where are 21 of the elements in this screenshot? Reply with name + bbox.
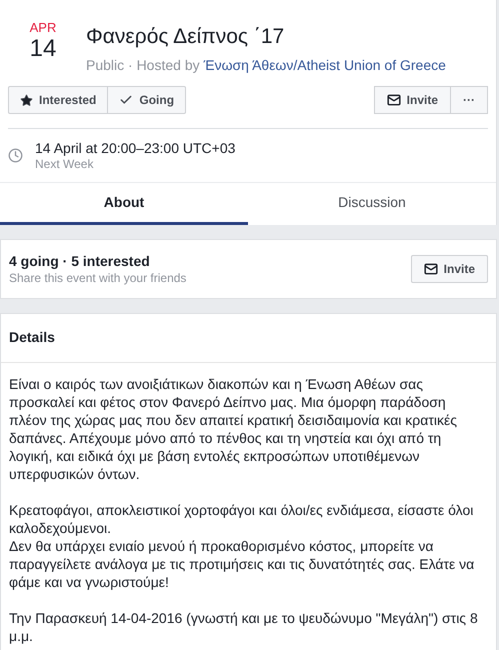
tab[interactable]: About [0, 183, 248, 225]
action-button[interactable]: Going [108, 86, 186, 114]
invite-button[interactable]: Invite [374, 86, 451, 114]
details-heading: Details [9, 329, 55, 345]
invite-button[interactable]: Invite [410, 255, 488, 283]
details-paragraph: Την Παρασκευή 14-04-2016 (γνωστή και με το ψευδώνυμο "Μεγάλη") στις 8 μ.μ. [9, 609, 479, 645]
details-paragraph: Κρεατοφάγοι, αποκλειστικοί χορτοφάγοι και όλοι/ες ενδιάμεσα, είσαστε όλοι καλοδεχούμενοι. [9, 501, 474, 537]
event-title: Φανερός Δείπνος ΄17 [86, 24, 286, 50]
share-hint: Share this event with your friends [9, 270, 186, 286]
time-note: Next Week [35, 157, 94, 172]
details-paragraph: Είναι ο καιρός των ανοιξιάτικων διακοπών και η Ένωση Αθέων σας προσκαλεί και φέτος στον Φανερό Δείπνο μας. Μια όμορφη παράδοση πλέον της χώρας μας που δεν απαιτεί κρατική δεισιδαιμονία και κρατικές δαπάνες. Απέχουμε μόνο από το πένθος και τη νηστεία και όχι από τη λογική, και ειδικά όχι με βάση εντολές εκπροσώπων υποτιθέμενων υπερφυσικών όντων. [9, 375, 458, 483]
details-paragraph: Δεν θα υπάρχει ενιαίο μενού ή προκαθορισμένο κόστος, μπορείτε να παραγγείλετε ανάλογα με τις προτιμήσεις και τις δυνατότητές σας. Ελάτε να φάμε και να γνωριστούμε! [9, 537, 476, 591]
attendance-summary: 4 going · 5 interested [9, 252, 151, 270]
event-time: 14 April at 20:00–23:00 UTC+03 [35, 139, 236, 157]
event-day: 14 [30, 36, 56, 62]
host-link[interactable]: Ένωση Άθεων/Atheist Union of Greece [204, 55, 446, 76]
more-button[interactable]: ··· [451, 86, 488, 114]
tab[interactable]: Discussion [248, 183, 496, 225]
event-privacy: Public · Hosted by [86, 56, 200, 75]
event-month: APR [30, 20, 56, 36]
action-button[interactable]: Interested [8, 86, 108, 114]
